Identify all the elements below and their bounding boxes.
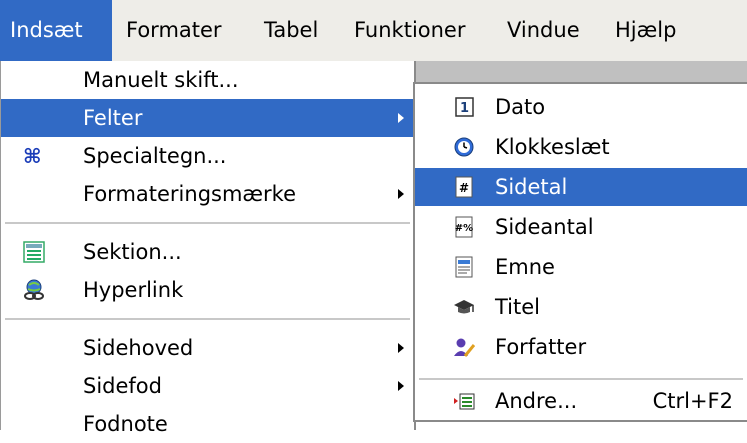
menu-item-footnote[interactable]: Fodnote <box>1 405 414 443</box>
fields-other-icon <box>454 393 475 410</box>
clock-icon <box>454 137 474 157</box>
menu-item-label: Sidehoved <box>83 336 194 360</box>
svg-text:#%: #% <box>455 223 473 234</box>
submenu-item-author[interactable]: Forfatter <box>415 328 747 366</box>
submenu-arrow-icon <box>398 343 404 353</box>
menu-tools-label: Funktioner <box>354 18 466 42</box>
menu-item-manual-break[interactable]: Manuelt skift... <box>1 61 414 99</box>
submenu-item-label: Titel <box>495 295 541 319</box>
menu-format-label: Formater <box>126 18 222 42</box>
menu-item-label: Hyperlink <box>83 278 184 302</box>
svg-text:#: # <box>459 181 469 195</box>
menu-item-label: Fodnote <box>83 412 168 436</box>
menu-format[interactable]: Formater <box>116 0 232 61</box>
menu-insert[interactable]: Indsæt <box>0 0 112 61</box>
submenu-item-title[interactable]: Titel <box>415 288 747 326</box>
menu-item-formatting-mark[interactable]: Formateringsmærke <box>1 175 414 213</box>
menu-window-label: Vindue <box>507 18 580 42</box>
submenu-arrow-icon <box>398 113 404 123</box>
svg-text:1: 1 <box>460 101 469 116</box>
menu-item-label: Specialtegn... <box>83 144 227 168</box>
menu-divider <box>5 318 410 320</box>
menu-help[interactable]: Hjælp <box>605 0 686 61</box>
submenu-item-other[interactable]: Andre... Ctrl+F2 <box>415 382 747 420</box>
insert-menu: Manuelt skift... Felter ⌘ Specialtegn...… <box>0 61 416 436</box>
submenu-arrow-icon <box>398 189 404 199</box>
submenu-item-page-count[interactable]: #% Sideantal <box>415 208 747 246</box>
submenu-arrow-icon <box>398 381 404 391</box>
submenu-item-label: Sidetal <box>495 175 568 199</box>
menu-item-special-character[interactable]: ⌘ Specialtegn... <box>1 137 414 175</box>
menu-item-label: Formateringsmærke <box>83 182 297 206</box>
command-symbol-icon: ⌘ <box>23 144 42 168</box>
menubar: Indsæt Formater Tabel Funktioner Vindue … <box>0 0 747 61</box>
menu-item-hyperlink[interactable]: Hyperlink <box>1 271 414 309</box>
menu-table[interactable]: Tabel <box>254 0 328 61</box>
hyperlink-globe-icon <box>24 279 44 300</box>
submenu-divider <box>419 378 743 380</box>
submenu-item-label: Forfatter <box>495 335 587 359</box>
menu-item-label: Manuelt skift... <box>83 68 239 92</box>
submenu-item-label: Sideantal <box>495 215 594 239</box>
menu-item-label: Felter <box>83 106 143 130</box>
menu-item-label: Sektion... <box>83 240 182 264</box>
submenu-item-label: Dato <box>495 95 546 119</box>
submenu-item-shortcut: Ctrl+F2 <box>652 389 733 413</box>
subject-document-icon <box>455 256 473 278</box>
menu-insert-label: Indsæt <box>10 18 83 42</box>
menu-divider <box>5 222 410 224</box>
submenu-item-label: Klokkeslæt <box>495 135 610 159</box>
submenu-item-date[interactable]: 1 Dato <box>415 88 747 126</box>
menu-item-label: Sidefod <box>83 374 162 398</box>
page-count-icon: #% <box>455 216 473 238</box>
background-strip <box>413 61 747 82</box>
menu-item-section[interactable]: Sektion... <box>1 233 414 271</box>
menu-item-fields[interactable]: Felter <box>1 99 414 137</box>
menu-help-label: Hjælp <box>615 18 677 42</box>
menu-item-header[interactable]: Sidehoved <box>1 329 414 367</box>
menu-tools[interactable]: Funktioner <box>344 0 476 61</box>
submenu-item-time[interactable]: Klokkeslæt <box>415 128 747 166</box>
menu-window[interactable]: Vindue <box>497 0 590 61</box>
graduation-cap-icon <box>454 300 474 314</box>
menu-item-footer[interactable]: Sidefod <box>1 367 414 405</box>
submenu-item-page-number[interactable]: # Sidetal <box>415 168 747 206</box>
submenu-item-label: Emne <box>495 255 555 279</box>
section-icon <box>23 241 45 263</box>
submenu-item-label: Andre... <box>495 389 578 413</box>
menu-table-label: Tabel <box>264 18 319 42</box>
author-person-icon <box>454 338 475 357</box>
fields-submenu: 1 Dato Klokkeslæt # Sidetal #% Sideantal <box>413 82 747 422</box>
page-number-icon: # <box>455 176 473 198</box>
submenu-item-subject[interactable]: Emne <box>415 248 747 286</box>
calendar-icon: 1 <box>455 97 474 117</box>
